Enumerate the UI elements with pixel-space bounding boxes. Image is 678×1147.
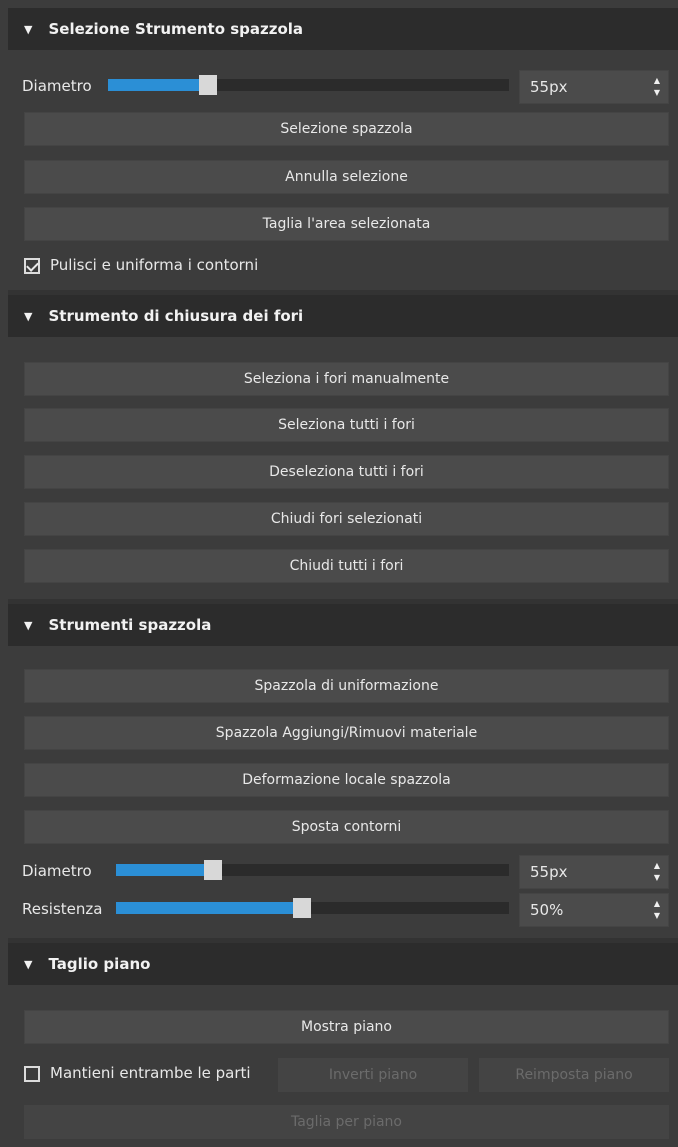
select-holes-manually-button[interactable]: Seleziona i fori manualmente xyxy=(24,362,669,396)
diameter-slider[interactable] xyxy=(108,75,509,95)
section-title: Strumento di chiusura dei fori xyxy=(48,307,304,325)
select-all-holes-button[interactable]: Seleziona tutti i fori xyxy=(24,408,669,442)
add-remove-material-brush-button[interactable]: Spazzola Aggiungi/Rimuovi materiale xyxy=(24,716,669,750)
undo-selection-button[interactable]: Annulla selezione xyxy=(24,160,669,194)
collapse-triangle-icon: ▼ xyxy=(24,22,33,36)
checkmark-icon xyxy=(26,259,39,272)
strength-slider-thumb[interactable] xyxy=(293,898,311,918)
close-selected-holes-button[interactable]: Chiudi fori selezionati xyxy=(24,502,669,536)
diameter-spinbox[interactable]: 55px ▲ ▼ xyxy=(519,855,669,889)
keep-both-parts-label: Mantieni entrambe le parti xyxy=(50,1064,251,1082)
diameter-value: 55px xyxy=(530,78,568,96)
move-contours-button[interactable]: Sposta contorni xyxy=(24,810,669,844)
strength-value: 50% xyxy=(530,901,564,919)
diameter-slider-thumb[interactable] xyxy=(199,75,217,95)
diameter-spinbox[interactable]: 55px ▲ ▼ xyxy=(519,70,669,104)
collapse-triangle-icon: ▼ xyxy=(24,309,33,323)
diameter-label: Diametro xyxy=(22,77,92,95)
section-title: Strumenti spazzola xyxy=(48,616,212,634)
spin-up-icon[interactable]: ▲ xyxy=(654,899,660,908)
spin-down-icon[interactable]: ▼ xyxy=(654,88,660,97)
cut-by-plane-button[interactable]: Taglia per piano xyxy=(24,1105,669,1139)
diameter-slider-fill xyxy=(116,864,204,876)
brush-selection-button[interactable]: Selezione spazzola xyxy=(24,112,669,146)
diameter-slider-thumb[interactable] xyxy=(204,860,222,880)
diameter-label: Diametro xyxy=(22,862,92,880)
show-plane-button[interactable]: Mostra piano xyxy=(24,1010,669,1044)
spin-down-icon[interactable]: ▼ xyxy=(654,911,660,920)
strength-spinbox[interactable]: 50% ▲ ▼ xyxy=(519,893,669,927)
deselect-all-holes-button[interactable]: Deseleziona tutti i fori xyxy=(24,455,669,489)
smoothing-brush-button[interactable]: Spazzola di uniformazione xyxy=(24,669,669,703)
clean-smooth-checkbox[interactable] xyxy=(24,258,40,274)
spin-down-icon[interactable]: ▼ xyxy=(654,873,660,882)
diameter-slider-fill xyxy=(108,79,199,91)
section-header-brush-selection[interactable]: ▼ Selezione Strumento spazzola xyxy=(8,8,678,50)
spin-up-icon[interactable]: ▲ xyxy=(654,861,660,870)
cut-selected-area-button[interactable]: Taglia l'area selezionata xyxy=(24,207,669,241)
diameter-value: 55px xyxy=(530,863,568,881)
strength-slider[interactable] xyxy=(116,898,509,918)
collapse-triangle-icon: ▼ xyxy=(24,957,33,971)
close-all-holes-button[interactable]: Chiudi tutti i fori xyxy=(24,549,669,583)
section-title: Selezione Strumento spazzola xyxy=(48,20,304,38)
clean-smooth-label: Pulisci e uniforma i contorni xyxy=(50,256,259,274)
section-header-hole-filling[interactable]: ▼ Strumento di chiusura dei fori xyxy=(8,295,678,337)
collapse-triangle-icon: ▼ xyxy=(24,618,33,632)
invert-plane-button[interactable]: Inverti piano xyxy=(278,1058,468,1092)
local-deformation-brush-button[interactable]: Deformazione locale spazzola xyxy=(24,763,669,797)
strength-slider-fill xyxy=(116,902,293,914)
keep-both-parts-checkbox[interactable] xyxy=(24,1066,40,1082)
reset-plane-button[interactable]: Reimposta piano xyxy=(479,1058,669,1092)
section-header-brush-tools[interactable]: ▼ Strumenti spazzola xyxy=(8,604,678,646)
diameter-slider[interactable] xyxy=(116,860,509,880)
section-header-plane-cut[interactable]: ▼ Taglio piano xyxy=(8,943,678,985)
section-title: Taglio piano xyxy=(48,955,151,973)
spin-up-icon[interactable]: ▲ xyxy=(654,76,660,85)
strength-label: Resistenza xyxy=(22,900,103,918)
